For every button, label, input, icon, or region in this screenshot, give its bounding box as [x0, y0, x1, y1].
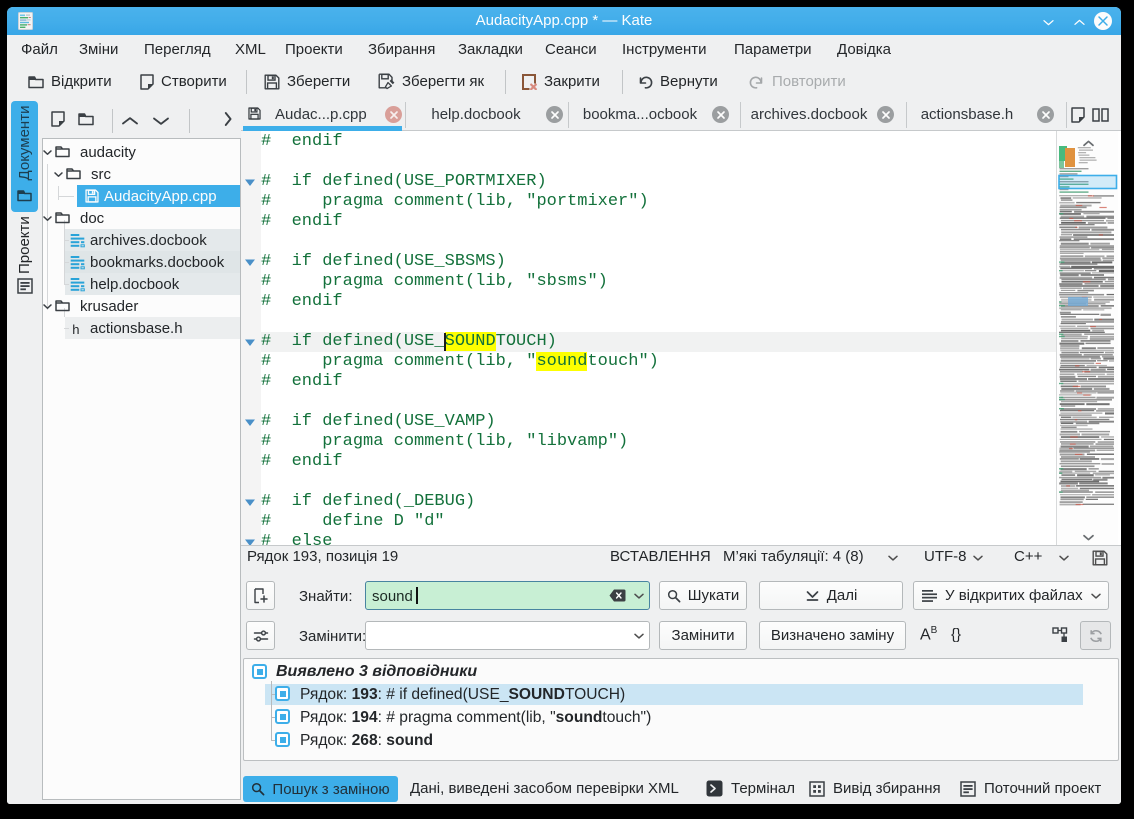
- svg-text:h: h: [72, 323, 80, 336]
